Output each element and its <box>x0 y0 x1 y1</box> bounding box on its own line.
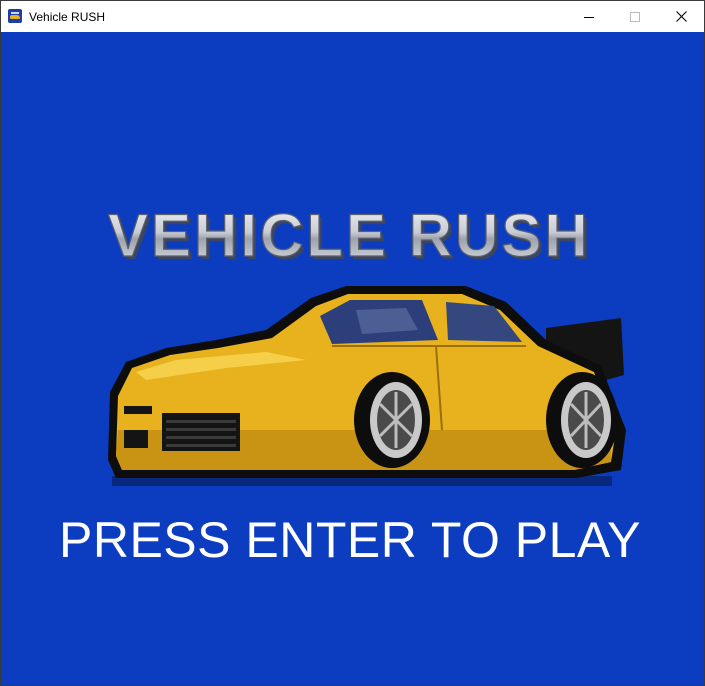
app-icon <box>8 9 22 23</box>
car-front-wheel <box>354 372 430 468</box>
minimize-button[interactable] <box>566 1 612 32</box>
minimize-icon <box>584 16 594 18</box>
game-canvas[interactable]: VEHICLE RUSH VEHICLE RUSH PRESS ENTER TO… <box>1 32 704 685</box>
game-window: Vehicle RUSH VEHICLE RUSH VEHICLE RUSH P… <box>0 0 705 686</box>
press-enter-prompt: PRESS ENTER TO PLAY <box>59 512 641 568</box>
logo-text: VEHICLE RUSH <box>108 202 591 269</box>
car-fog-light <box>124 430 148 448</box>
window-title: Vehicle RUSH <box>29 10 106 24</box>
car-rear-wheel <box>546 372 618 468</box>
title-bar[interactable]: Vehicle RUSH <box>1 1 704 32</box>
car-headlight <box>124 406 152 414</box>
game-logo: VEHICLE RUSH VEHICLE RUSH <box>107 201 591 269</box>
yellow-sports-car-sprite <box>108 286 626 486</box>
maximize-button[interactable] <box>612 1 658 32</box>
maximize-icon <box>630 11 640 22</box>
close-button[interactable] <box>658 1 704 32</box>
close-icon <box>675 11 687 22</box>
